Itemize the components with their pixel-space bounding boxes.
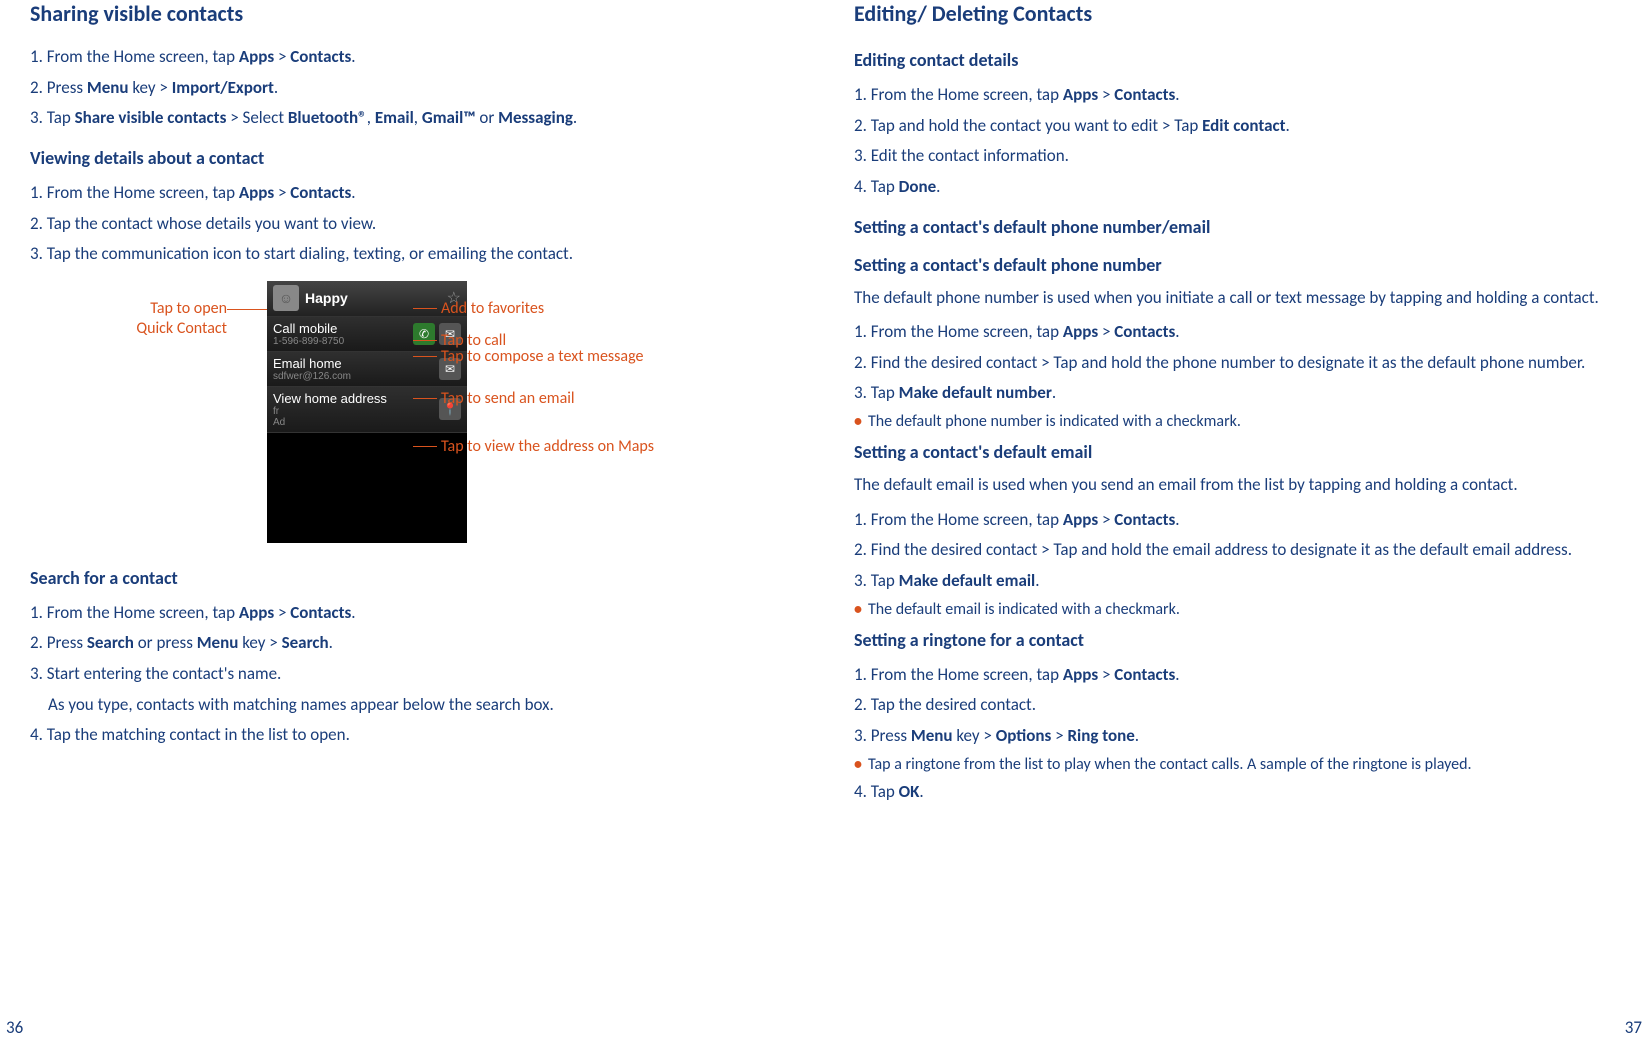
heading-default-phone: Setting a contact's default phone number [854, 254, 1618, 276]
phone-call-row: Call mobile 1-596-899-8750 ✆ ✉ [267, 317, 467, 352]
callout-map: Tap to view the address on Maps [441, 437, 654, 457]
ring-bullet: •Tap a ringtone from the list to play wh… [854, 755, 1618, 774]
steps-search: 1. From the Home screen, tap Apps > Cont… [30, 595, 794, 754]
edit-step4: 4. Tap Done. [854, 175, 1618, 200]
contact-avatar-icon: ☺ [273, 285, 299, 311]
heading-default-pe: Setting a contact's default phone number… [854, 216, 1618, 238]
call-title: Call mobile [273, 321, 337, 336]
page-left: Sharing visible contacts 1. From the Hom… [0, 0, 824, 1048]
phone-header-row: ☺ Happy ☆ [267, 281, 467, 317]
search-step3a: 3. Start entering the contact's name. [30, 662, 794, 687]
steps-share: 1. From the Home screen, tap Apps > Cont… [30, 39, 794, 137]
defe-bullet: •The default email is indicated with a c… [854, 600, 1618, 619]
email-address: sdfwer@126.com [273, 371, 435, 382]
ring-step2: 2. Tap the desired contact. [854, 693, 1618, 718]
edit-step3: 3. Edit the contact information. [854, 144, 1618, 169]
steps-edit: 1. From the Home screen, tap Apps > Cont… [854, 77, 1618, 206]
contact-figure: Tap to open Quick Contact ☺ Happy ☆ Call… [30, 281, 794, 543]
heading-ringtone: Setting a ringtone for a contact [854, 629, 1618, 651]
contact-name: Happy [305, 290, 447, 306]
callout-favorites: Add to favorites [441, 299, 544, 319]
page-number-left: 36 [6, 1017, 23, 1038]
view-step1: 1. From the Home screen, tap Apps > Cont… [30, 181, 794, 206]
share-step3: 3. Tap Share visible contacts > Select B… [30, 106, 794, 131]
phone-empty-area [267, 433, 467, 543]
steps-view: 1. From the Home screen, tap Apps > Cont… [30, 175, 794, 273]
callout-sms: Tap to compose a text message [441, 347, 643, 367]
ring-step3: 3. Press Menu key > Options > Ring tone. [854, 724, 1618, 749]
view-step3: 3. Tap the communication icon to start d… [30, 242, 794, 267]
defe-step1: 1. From the Home screen, tap Apps > Cont… [854, 508, 1618, 533]
call-icon: ✆ [413, 323, 435, 345]
defe-step3: 3. Tap Make default email. [854, 569, 1618, 594]
default-email-intro: The default email is used when you send … [854, 473, 1618, 498]
heading-search: Search for a contact [30, 567, 794, 589]
defe-step2: 2. Find the desired contact > Tap and ho… [854, 538, 1618, 563]
callout-quick-contact: Tap to open Quick Contact [97, 281, 227, 339]
phone-screenshot: ☺ Happy ☆ Call mobile 1-596-899-8750 ✆ ✉… [267, 281, 467, 543]
page-right: Editing/ Deleting Contacts Editing conta… [824, 0, 1648, 1048]
ring-step1: 1. From the Home screen, tap Apps > Cont… [854, 663, 1618, 688]
heading-edit-delete: Editing/ Deleting Contacts [854, 0, 1618, 27]
search-step4: 4. Tap the matching contact in the list … [30, 723, 794, 748]
view-step2: 2. Tap the contact whose details you wan… [30, 212, 794, 237]
share-step1: 1. From the Home screen, tap Apps > Cont… [30, 45, 794, 70]
edit-step1: 1. From the Home screen, tap Apps > Cont… [854, 83, 1618, 108]
call-number: 1-596-899-8750 [273, 336, 409, 347]
page-number-right: 37 [1625, 1017, 1642, 1038]
address-title: View home address [273, 391, 387, 406]
search-step1: 1. From the Home screen, tap Apps > Cont… [30, 601, 794, 626]
callout-line-left [227, 309, 267, 310]
email-title: Email home [273, 356, 342, 371]
steps-default-phone: 1. From the Home screen, tap Apps > Cont… [854, 314, 1618, 431]
bullet-icon: • [854, 755, 868, 774]
heading-view: Viewing details about a contact [30, 147, 794, 169]
defp-step2: 2. Find the desired contact > Tap and ho… [854, 351, 1618, 376]
defp-bullet: •The default phone number is indicated w… [854, 412, 1618, 431]
ring-step4: 4. Tap OK. [854, 780, 1618, 805]
share-step2: 2. Press Menu key > Import/Export. [30, 76, 794, 101]
address-sub1: fr [273, 406, 435, 417]
defp-step1: 1. From the Home screen, tap Apps > Cont… [854, 320, 1618, 345]
phone-address-row: View home address fr Ad 📍 [267, 387, 467, 433]
heading-default-email: Setting a contact's default email [854, 441, 1618, 463]
search-step2: 2. Press Search or press Menu key > Sear… [30, 631, 794, 656]
heading-share: Sharing visible contacts [30, 0, 794, 27]
edit-step2: 2. Tap and hold the contact you want to … [854, 114, 1618, 139]
steps-ringtone: 1. From the Home screen, tap Apps > Cont… [854, 657, 1618, 811]
search-step3b: As you type, contacts with matching name… [30, 693, 794, 718]
default-phone-intro: The default phone number is used when yo… [854, 286, 1618, 311]
steps-default-email: 1. From the Home screen, tap Apps > Cont… [854, 502, 1618, 619]
heading-edit-details: Editing contact details [854, 49, 1618, 71]
defp-step3: 3. Tap Make default number. [854, 381, 1618, 406]
callout-email: Tap to send an email [441, 389, 575, 409]
bullet-icon: • [854, 600, 868, 619]
bullet-icon: • [854, 412, 868, 431]
address-sub2: Ad [273, 417, 435, 428]
callouts-right: Add to favorites Tap to call Tap to comp… [467, 281, 727, 541]
phone-email-row: Email home sdfwer@126.com ✉ [267, 352, 467, 387]
